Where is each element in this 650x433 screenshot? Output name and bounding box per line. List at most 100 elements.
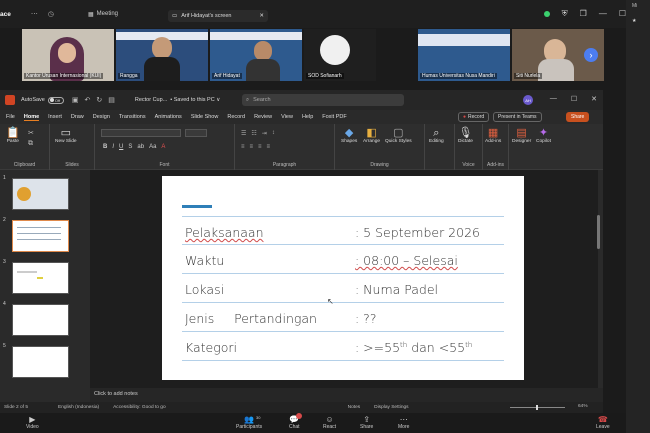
avatar[interactable]: AH: [523, 95, 533, 105]
next-participants-button[interactable]: ›: [584, 48, 598, 62]
align-right-icon[interactable]: ≡: [258, 144, 262, 150]
bullets-icon[interactable]: ☰: [241, 130, 246, 137]
numbering-icon[interactable]: ☷: [251, 130, 256, 137]
italic-button[interactable]: I: [112, 144, 114, 150]
close-icon[interactable]: ✕: [259, 13, 264, 19]
change-case-button[interactable]: Aa: [149, 144, 156, 150]
minimize-icon[interactable]: —: [550, 95, 557, 103]
shield-icon[interactable]: ⛨: [562, 9, 568, 19]
undo-icon[interactable]: ↶: [84, 96, 90, 104]
justify-icon[interactable]: ≡: [267, 144, 271, 150]
notes-toggle[interactable]: Notes: [348, 405, 361, 410]
present-in-teams-button[interactable]: Present in Teams: [493, 112, 542, 122]
minimize-icon[interactable]: —: [599, 9, 607, 19]
align-left-icon[interactable]: ≡: [241, 144, 245, 150]
editing-button[interactable]: ⌕ Editing: [429, 127, 444, 144]
record-button[interactable]: ● Record: [458, 112, 490, 122]
font-color-button[interactable]: A: [161, 144, 165, 150]
zoom-slider-knob[interactable]: [536, 405, 538, 410]
more-options-icon[interactable]: ⋯: [31, 10, 38, 18]
copilot-button[interactable]: ✦ Copilot: [536, 127, 551, 144]
addins-button[interactable]: ▦ Add-ins: [485, 127, 501, 144]
arrange-button[interactable]: ◧ Arrange: [363, 127, 380, 144]
share-button[interactable]: Share: [566, 112, 590, 122]
paste-button[interactable]: 📋 Paste: [6, 127, 20, 144]
tab-help[interactable]: Help: [302, 114, 313, 120]
slide-row[interactable]: Waktu : 08:00 – Selesai: [182, 245, 504, 274]
copy-icon[interactable]: ⧉: [28, 140, 33, 148]
leave-button[interactable]: ☎ Leave: [596, 415, 610, 430]
zoom-level[interactable]: 64%: [578, 404, 588, 409]
font-group: B I U S ab Aa A Font: [95, 124, 235, 170]
save-icon[interactable]: ▣: [72, 96, 79, 104]
participant-tile[interactable]: Arif Hidayat: [210, 29, 302, 81]
maximize-icon[interactable]: ☐: [571, 95, 577, 103]
tab-home[interactable]: Home: [23, 114, 40, 121]
tab-view[interactable]: View: [281, 114, 293, 120]
cut-icon[interactable]: ✂: [28, 129, 34, 137]
tab-animations[interactable]: Animations: [155, 114, 182, 120]
participant-tile[interactable]: SOD Sofianarh: [304, 29, 376, 81]
vertical-scrollbar[interactable]: [597, 215, 600, 249]
quick-styles-button[interactable]: ▢ Quick Styles: [385, 127, 412, 144]
star-icon[interactable]: ★: [632, 18, 636, 24]
notes-pane[interactable]: Click to add notes: [90, 388, 603, 402]
slide-row[interactable]: Pelaksanaan : 5 September 2026: [182, 216, 504, 245]
slide-thumbnail[interactable]: [12, 178, 69, 210]
spacing-button[interactable]: ab: [137, 144, 144, 150]
close-icon[interactable]: ✕: [591, 95, 597, 103]
new-slide-button[interactable]: ▭ New Slide: [55, 127, 77, 144]
maximize-icon[interactable]: ☐: [619, 9, 626, 19]
video-button[interactable]: ▶ Video: [26, 415, 39, 430]
tab-foxit-pdf[interactable]: Foxit PDF: [322, 114, 346, 120]
tab-review[interactable]: Review: [254, 114, 272, 120]
more-button[interactable]: ⋯ More: [398, 415, 409, 430]
slide-thumbnail-selected[interactable]: [12, 220, 69, 252]
underline-button[interactable]: U: [119, 144, 123, 150]
redo-icon[interactable]: ↻: [96, 96, 102, 104]
present-icon[interactable]: ▤: [108, 96, 115, 104]
slides-group: ▭ New Slide Slides: [50, 124, 95, 170]
slide[interactable]: Pelaksanaan : 5 September 2026 Waktu : 0…: [162, 176, 524, 380]
document-name[interactable]: Rector Cup...: [135, 97, 167, 103]
saved-status[interactable]: • Saved to this PC ∨: [170, 97, 220, 103]
tab-file[interactable]: File: [6, 114, 15, 120]
tab-transitions[interactable]: Transitions: [119, 114, 146, 120]
tab-draw[interactable]: Draw: [71, 114, 84, 120]
slide-thumbnail[interactable]: [12, 346, 69, 378]
shapes-button[interactable]: ◆ Shapes: [341, 127, 357, 144]
bold-button[interactable]: B: [103, 144, 107, 150]
align-center-icon[interactable]: ≡: [250, 144, 254, 150]
slide-thumbnail[interactable]: [12, 262, 69, 294]
autosave-toggle[interactable]: Off: [47, 96, 64, 104]
language-status[interactable]: English (Indonesia): [58, 405, 99, 410]
phone-hangup-icon: ☎: [597, 415, 608, 424]
font-size-select[interactable]: [185, 129, 207, 137]
tab-record[interactable]: Record: [227, 114, 245, 120]
designer-button[interactable]: ▤ Designer: [512, 127, 531, 144]
indent-icon[interactable]: ⇥: [262, 130, 267, 137]
participant-tile[interactable]: Rangga: [116, 29, 208, 81]
designer-icon: ▤: [516, 127, 527, 139]
shared-screen-tab[interactable]: ▭ Arif Hidayat's screen ✕: [168, 10, 268, 22]
restore-icon[interactable]: ❐: [580, 9, 587, 19]
tab-insert[interactable]: Insert: [48, 114, 62, 120]
search-input[interactable]: ⌕ Search: [242, 94, 404, 106]
display-settings[interactable]: Display Settings: [374, 405, 408, 410]
strikethrough-button[interactable]: S: [128, 144, 132, 150]
slide-row[interactable]: Lokasi : Numa Padel: [182, 274, 504, 303]
tab-slide-show[interactable]: Slide Show: [191, 114, 219, 120]
meeting-tab[interactable]: ▦ Meeting: [88, 11, 118, 18]
slide-row[interactable]: Jenis Pertandingan : ??: [182, 303, 504, 332]
participant-tile[interactable]: Kantor Urusan Internasional (KUI): [22, 29, 114, 81]
participant-tile[interactable]: Humas Universitas Nusa Mandiri: [418, 29, 510, 81]
slide-row[interactable]: Kategori : >=55th dan <55th: [182, 332, 504, 361]
slide-thumbnail[interactable]: [12, 304, 69, 336]
react-button[interactable]: ☺ React: [323, 415, 336, 430]
dictate-button[interactable]: 🎙 Dictate: [458, 127, 473, 144]
line-spacing-icon[interactable]: ↕: [272, 130, 275, 137]
tab-design[interactable]: Design: [93, 114, 110, 120]
font-family-select[interactable]: [101, 129, 181, 137]
accessibility-status[interactable]: Accessibility: Good to go: [113, 405, 166, 410]
share-screen-button[interactable]: ⇪ Share: [360, 415, 373, 430]
